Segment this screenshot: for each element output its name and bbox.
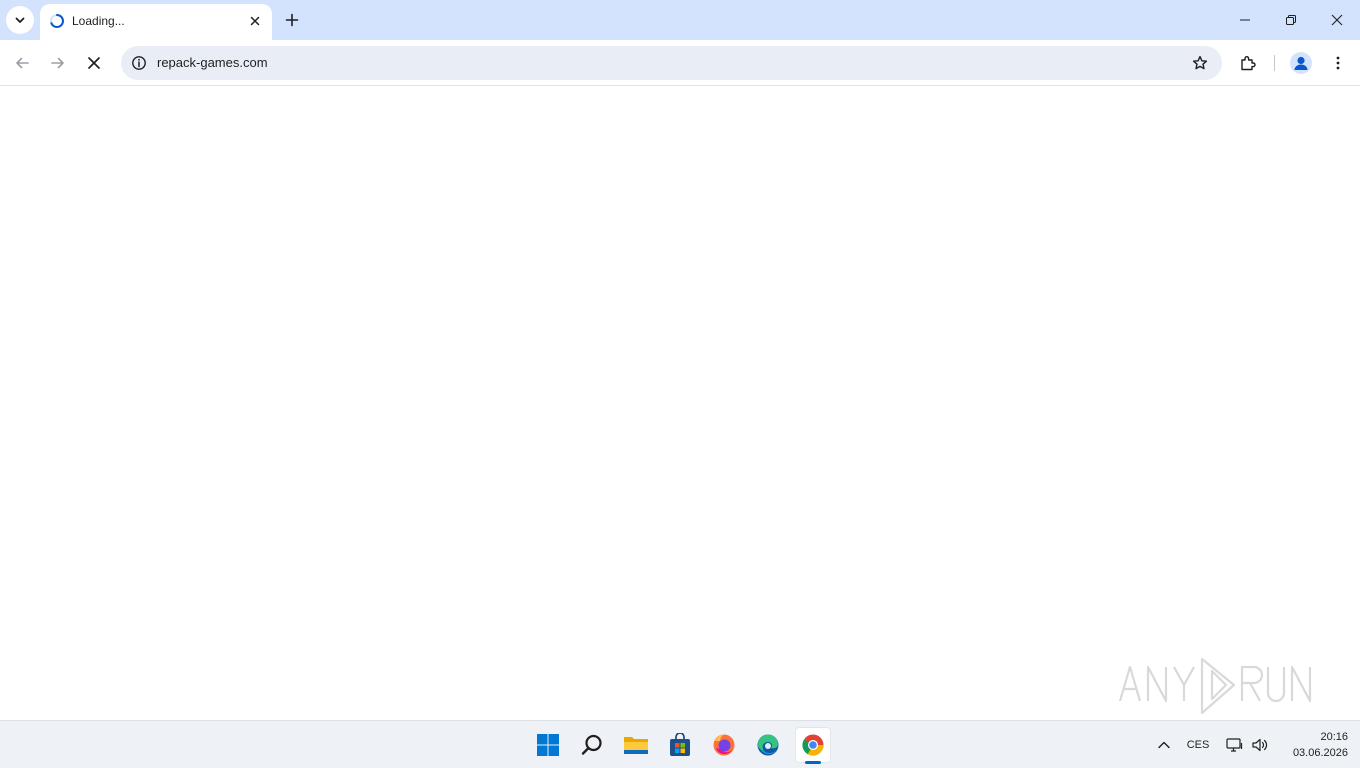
toolbar-separator (1274, 55, 1275, 71)
arrow-right-icon (51, 57, 64, 69)
bookmark-button[interactable] (1190, 53, 1210, 73)
show-hidden-icons-button[interactable] (1152, 733, 1176, 757)
edge-icon (757, 734, 779, 756)
star-icon (1192, 55, 1208, 70)
search-icon (581, 734, 602, 755)
chrome-icon (802, 734, 824, 756)
microsoft-store-button[interactable] (662, 727, 698, 763)
minimize-button[interactable] (1222, 0, 1268, 40)
stop-loading-button[interactable] (78, 47, 110, 79)
active-app-indicator (805, 761, 821, 764)
file-explorer-icon (624, 737, 648, 754)
url-text[interactable]: repack-games.com (157, 55, 268, 70)
windows-start-icon (537, 734, 559, 756)
chrome-button[interactable] (795, 727, 831, 763)
tab-search-button[interactable] (6, 6, 34, 34)
windows-taskbar: CES 20:16 03.06.2026 (0, 720, 1360, 768)
tab-close-button[interactable] (246, 12, 264, 30)
extensions-button[interactable] (1232, 47, 1264, 79)
taskbar-search-button[interactable] (574, 727, 610, 763)
close-window-button[interactable] (1314, 0, 1360, 40)
close-icon (88, 57, 100, 69)
tab-strip: Loading... (0, 0, 1360, 40)
page-content (0, 87, 1360, 720)
back-button[interactable] (6, 47, 38, 79)
firefox-icon (713, 734, 735, 756)
volume-button[interactable] (1249, 733, 1271, 757)
person-icon (1294, 56, 1308, 70)
minimize-icon (1240, 19, 1250, 21)
chevron-down-icon (15, 17, 25, 23)
firefox-button[interactable] (706, 727, 742, 763)
network-icon (1226, 738, 1243, 752)
info-icon (132, 56, 146, 70)
chrome-menu-button[interactable] (1322, 47, 1354, 79)
start-button[interactable] (530, 727, 566, 763)
profile-avatar[interactable] (1290, 52, 1312, 74)
clock-time: 20:16 (1320, 731, 1348, 743)
network-button[interactable] (1224, 733, 1246, 757)
edge-button[interactable] (750, 727, 786, 763)
restore-icon (1286, 15, 1296, 25)
plus-icon (285, 13, 299, 27)
chevron-up-icon (1158, 741, 1170, 749)
more-vertical-icon (1336, 56, 1340, 70)
puzzle-icon (1241, 56, 1256, 71)
tab-title: Loading... (72, 14, 125, 28)
new-tab-button[interactable] (280, 8, 304, 32)
loading-spinner-icon (50, 14, 64, 28)
clock-date: 03.06.2026 (1292, 747, 1348, 759)
speaker-icon (1252, 738, 1268, 752)
restore-button[interactable] (1268, 0, 1314, 40)
arrow-left-icon (16, 57, 29, 69)
browser-toolbar: repack-games.com (0, 40, 1360, 86)
close-icon (250, 16, 260, 26)
browser-tab-active[interactable]: Loading... (40, 4, 272, 40)
address-bar[interactable]: repack-games.com (121, 46, 1222, 80)
forward-button[interactable] (42, 47, 74, 79)
language-indicator[interactable]: CES (1182, 733, 1214, 757)
system-clock[interactable]: 20:16 03.06.2026 (1276, 729, 1348, 761)
anyrun-watermark (1118, 657, 1312, 715)
microsoft-store-icon (670, 733, 690, 756)
close-icon (1331, 14, 1343, 26)
language-label: CES (1186, 739, 1210, 751)
file-explorer-button[interactable] (618, 727, 654, 763)
site-info-button[interactable] (128, 52, 150, 74)
